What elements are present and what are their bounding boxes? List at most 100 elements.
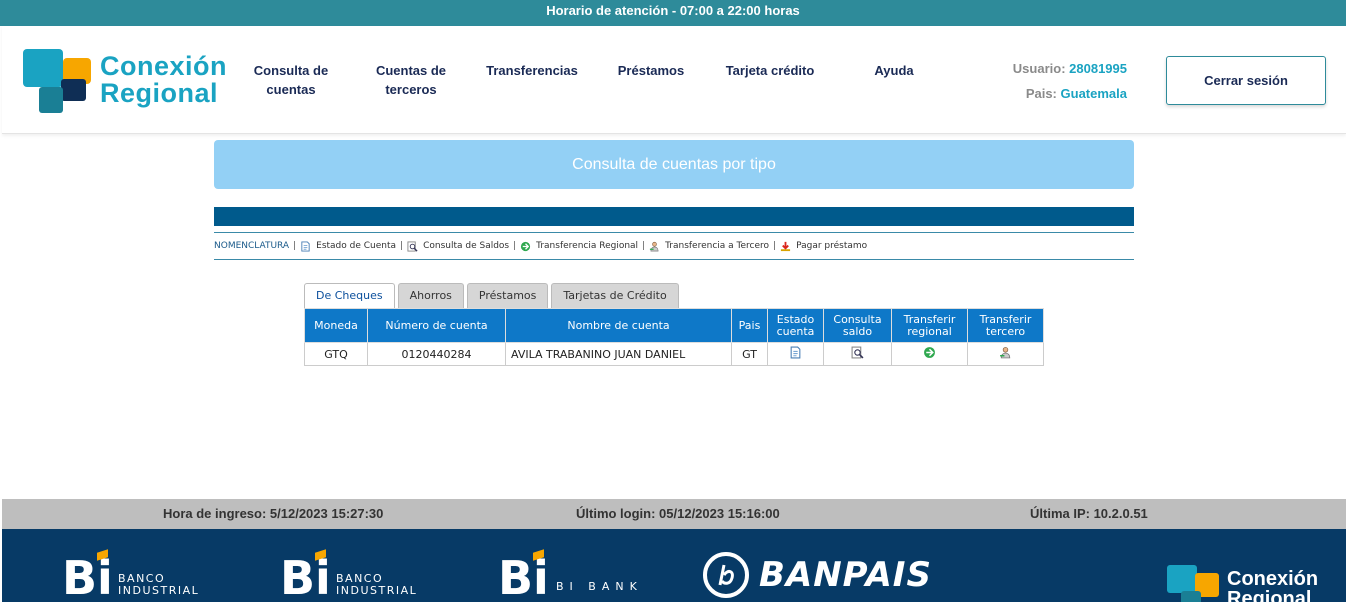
legend-consulta-saldos: Consulta de Saldos xyxy=(423,241,510,251)
col-estado-line1: Estado xyxy=(776,312,815,326)
col-pais: Pais xyxy=(731,308,768,343)
banpais-emblem-icon xyxy=(703,552,749,598)
bi-mark-icon: Bi xyxy=(498,551,549,602)
brand-logo-icon xyxy=(23,49,91,113)
separator: | xyxy=(513,241,517,251)
transfer-regional-icon[interactable] xyxy=(923,346,936,359)
last-login: Último login: 05/12/2023 15:16:00 xyxy=(576,506,780,521)
footer-brand-logo: Conexión Regional xyxy=(1167,565,1346,602)
bi-bank-text: BI BANK xyxy=(556,580,643,593)
header: Conexión Regional Consulta de cuentas Cu… xyxy=(2,26,1346,134)
pay-loan-icon xyxy=(781,241,791,251)
section-divider-bar xyxy=(214,207,1134,226)
separator: | xyxy=(642,241,646,251)
bi1-line2: INDUSTRIAL xyxy=(118,584,200,597)
footer-brand-line2: Regional xyxy=(1227,588,1312,602)
footer: Bi BANCO INDUSTRIAL Bi BANCO INDUSTRIAL … xyxy=(2,529,1346,602)
person-transfer-icon xyxy=(650,241,659,251)
last-ip: Última IP: 10.2.0.51 xyxy=(1030,506,1148,521)
separator: | xyxy=(293,241,297,251)
user-id-row: Usuario: 28081995 xyxy=(962,56,1127,81)
magnifier-icon xyxy=(407,240,418,252)
user-info: Usuario: 28081995 Pais: Guatemala xyxy=(962,56,1127,106)
bi2-line2: INDUSTRIAL xyxy=(336,584,418,597)
col-saldo-line1: Consulta xyxy=(833,312,882,326)
cell-nombre-cuenta: AVILA TRABANINO JUAN DANIEL xyxy=(505,342,732,366)
col-consulta-saldo: Consulta saldo xyxy=(823,308,892,343)
user-country-row: Pais: Guatemala xyxy=(962,81,1127,106)
nav-prestamos[interactable]: Préstamos xyxy=(611,61,691,80)
document-icon xyxy=(301,240,310,252)
legend-estado-cuenta: Estado de Cuenta xyxy=(316,241,397,251)
cell-pais: GT xyxy=(731,342,768,366)
footer-brand-line1: Conexión xyxy=(1227,568,1319,590)
user-id-value: 28081995 xyxy=(1069,61,1127,76)
tab-tarjetas-credito[interactable]: Tarjetas de Crédito xyxy=(551,283,679,308)
footer-brand-name: Conexión Regional xyxy=(1227,569,1318,602)
nav-terceros-line1: Cuentas de xyxy=(375,63,447,78)
nav-ayuda-label: Ayuda xyxy=(874,63,914,78)
tab-prestamos[interactable]: Préstamos xyxy=(466,283,549,308)
nav-consulta-cuentas[interactable]: Consulta de cuentas xyxy=(250,61,332,99)
cell-estado-cuenta xyxy=(767,342,824,366)
brand-name-line2: Regional xyxy=(100,78,219,108)
nav-consulta-line2: cuentas xyxy=(266,82,316,97)
brand-name-line1: Conexión xyxy=(100,51,228,81)
bi-mark-icon: Bi xyxy=(280,551,331,602)
tab-ahorros[interactable]: Ahorros xyxy=(397,283,464,308)
footer-brand-icon xyxy=(1167,565,1219,602)
table-header-row: Moneda Número de cuenta Nombre de cuenta… xyxy=(304,308,1044,343)
login-time: Hora de ingreso: 5/12/2023 15:27:30 xyxy=(163,506,384,521)
col-tercero-line1: Transferir xyxy=(979,312,1032,326)
col-tercero-line2: tercero xyxy=(985,324,1026,338)
nav-ayuda[interactable]: Ayuda xyxy=(864,61,924,80)
nav-tarjeta-credito[interactable]: Tarjeta crédito xyxy=(720,61,820,80)
col-transferir-regional: Transferir regional xyxy=(891,308,968,343)
nav-tarjeta-label: Tarjeta crédito xyxy=(725,63,815,78)
tab-de-cheques[interactable]: De Cheques xyxy=(304,283,395,308)
account-type-tabs: De Cheques Ahorros Préstamos Tarjetas de… xyxy=(304,283,679,308)
logout-button[interactable]: Cerrar sesión xyxy=(1166,56,1326,105)
nav-consulta-line1: Consulta de xyxy=(253,63,329,78)
col-regional-line1: Transferir xyxy=(903,312,956,326)
bi-mark-icon: Bi xyxy=(62,551,113,602)
page-title: Consulta de cuentas por tipo xyxy=(214,140,1134,189)
accounts-table: Moneda Número de cuenta Nombre de cuenta… xyxy=(304,308,1044,366)
brand-logo[interactable]: Conexión Regional xyxy=(23,49,227,115)
separator: | xyxy=(773,241,777,251)
cell-transferir-regional xyxy=(891,342,968,366)
banpais-text: BANPAIS xyxy=(759,555,932,595)
col-estado-line2: cuenta xyxy=(776,324,815,338)
col-transferir-tercero: Transferir tercero xyxy=(967,308,1044,343)
brand-name: Conexión Regional xyxy=(100,53,227,107)
user-country-label: Pais: xyxy=(1025,86,1057,101)
nav-prestamos-label: Préstamos xyxy=(617,63,685,78)
cell-transferir-tercero xyxy=(967,342,1044,366)
col-estado-cuenta: Estado cuenta xyxy=(767,308,824,343)
transfer-regional-icon xyxy=(521,241,531,251)
nomenclature-legend: NOMENCLATURA | Estado de Cuenta | Consul… xyxy=(214,232,1134,260)
nomenclature-label: NOMENCLATURA xyxy=(214,241,290,251)
separator: | xyxy=(400,241,404,251)
col-moneda: Moneda xyxy=(304,308,368,343)
col-numero-cuenta: Número de cuenta xyxy=(367,308,506,343)
business-hours-text: Horario de atención - 07:00 a 22:00 hora… xyxy=(546,3,800,18)
legend-pagar-prestamo: Pagar préstamo xyxy=(796,241,868,251)
nav-cuentas-terceros[interactable]: Cuentas de terceros xyxy=(372,61,450,99)
nav-terceros-line2: terceros xyxy=(385,82,437,97)
business-hours-banner: Horario de atención - 07:00 a 22:00 hora… xyxy=(0,0,1346,26)
table-row: GTQ 0120440284 AVILA TRABANINO JUAN DANI… xyxy=(304,342,1044,366)
document-icon[interactable] xyxy=(789,346,802,359)
user-id-label: Usuario: xyxy=(1012,61,1066,76)
nav-transferencias-label: Transferencias xyxy=(486,63,578,78)
legend-transferencia-regional: Transferencia Regional xyxy=(536,241,639,251)
magnifier-icon[interactable] xyxy=(851,346,864,359)
legend-transferencia-tercero: Transferencia a Tercero xyxy=(665,241,770,251)
session-info-bar: Hora de ingreso: 5/12/2023 15:27:30 Últi… xyxy=(2,499,1346,529)
nav-transferencias[interactable]: Transferencias xyxy=(482,61,582,80)
cell-moneda: GTQ xyxy=(304,342,368,366)
col-nombre-cuenta: Nombre de cuenta xyxy=(505,308,732,343)
person-transfer-icon[interactable] xyxy=(999,346,1012,359)
col-regional-line2: regional xyxy=(907,324,952,338)
col-saldo-line2: saldo xyxy=(842,324,873,338)
